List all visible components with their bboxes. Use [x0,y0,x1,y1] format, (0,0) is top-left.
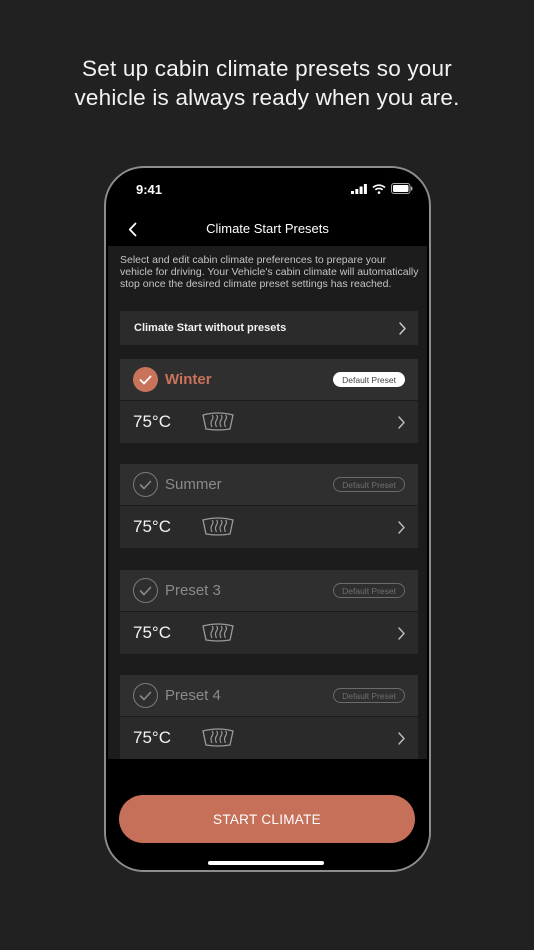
default-preset-badge: Default Preset [333,583,405,598]
intro-text: Select and edit cabin climate preference… [120,254,419,290]
default-preset-badge: Default Preset [333,688,405,703]
climate-start-without-presets-row[interactable]: Climate Start without presets [120,311,418,345]
wifi-icon [372,183,386,194]
chevron-right-icon[interactable] [398,415,405,429]
battery-icon [391,183,413,194]
signal-icon [351,183,367,194]
preset-card-body[interactable]: 75°C [120,612,418,654]
chevron-right-icon[interactable] [398,731,405,745]
preset-name: Preset 4 [165,687,221,704]
chevron-right-icon[interactable] [398,520,405,534]
chevron-right-icon[interactable] [398,626,405,640]
preset-temperature: 75°C [133,412,171,431]
check-icon [139,375,152,384]
check-icon [139,480,152,489]
preset-card-header[interactable]: Summer Default Preset [120,464,418,506]
rear-defrost-icon [202,412,234,431]
preset-card-body[interactable]: 75°C [120,717,418,759]
presets-content[interactable]: Select and edit cabin climate preference… [108,246,427,759]
default-preset-badge: Default Preset [333,372,405,387]
preset-card-header[interactable]: Winter Default Preset [120,359,418,401]
preset-card-winter[interactable]: Winter Default Preset 75°C [120,359,418,443]
preset-name: Summer [165,476,222,493]
preset-name: Preset 3 [165,582,221,599]
preset-card-body[interactable]: 75°C [120,401,418,443]
rear-defrost-icon [202,517,234,536]
phone-frame: 9:41 Climate Start Presets Select and ed… [104,166,431,872]
preset-card-preset-4[interactable]: Preset 4 Default Preset 75°C [120,675,418,759]
home-indicator[interactable] [208,861,324,865]
climate-start-without-presets-label: Climate Start without presets [134,322,287,334]
preset-name: Winter [165,371,212,388]
preset-select-check[interactable] [133,472,158,497]
start-climate-button[interactable]: START CLIMATE [119,795,415,843]
cta-area: START CLIMATE [106,759,429,870]
preset-card-preset-3[interactable]: Preset 3 Default Preset 75°C [120,570,418,654]
preset-temperature: 75°C [133,623,171,642]
check-icon [139,586,152,595]
status-bar: 9:41 [106,168,429,212]
chevron-right-icon [399,321,406,335]
promo-headline: Set up cabin climate presets so your veh… [74,56,460,110]
preset-temperature: 75°C [133,517,171,536]
preset-temperature: 75°C [133,728,171,747]
rear-defrost-icon [202,623,234,642]
preset-card-summer[interactable]: Summer Default Preset 75°C [120,464,418,548]
rear-defrost-icon [202,728,234,747]
preset-selected-check[interactable] [133,367,158,392]
check-icon [139,691,152,700]
page-title: Climate Start Presets [206,221,329,236]
preset-select-check[interactable] [133,578,158,603]
preset-card-header[interactable]: Preset 4 Default Preset [120,675,418,717]
preset-card-header[interactable]: Preset 3 Default Preset [120,570,418,612]
preset-card-body[interactable]: 75°C [120,506,418,548]
status-time: 9:41 [136,182,163,197]
nav-bar: Climate Start Presets [106,212,429,246]
default-preset-badge: Default Preset [333,477,405,492]
status-icons [351,183,413,194]
preset-select-check[interactable] [133,683,158,708]
